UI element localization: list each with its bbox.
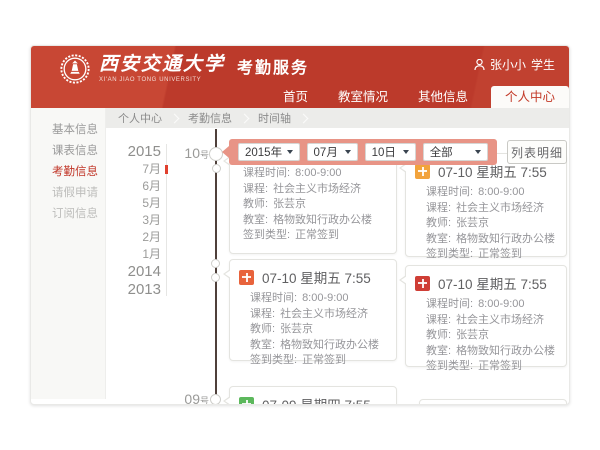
- card-fields: 课程时间:8:00-9:00 课程:社会主义市场经济 教师:张芸京 教室:格物致…: [406, 296, 566, 381]
- app-title: 考勤服务: [237, 54, 309, 84]
- chevron-down-icon: [345, 150, 351, 154]
- timeline-scale: 2015 7月 6月 5月 3月 2月 1月 2014 2013: [119, 143, 161, 299]
- scale-month-jun[interactable]: 6月: [119, 178, 161, 195]
- date-filter-bar: 2015年 07月 10日 全部: [229, 139, 497, 165]
- type-dropdown-value: 全部: [430, 144, 453, 160]
- scale-year-2014[interactable]: 2014: [119, 263, 161, 281]
- attendance-app-window: 西安交通大学 XI'AN JIAO TONG UNIVERSITY 考勤服务 张…: [30, 45, 570, 405]
- day-label-10: 10号: [177, 145, 209, 161]
- sidebar-item-attendance-info[interactable]: 考勤信息: [31, 162, 105, 183]
- timeline-node: [211, 273, 220, 282]
- sign-type-icon: [415, 276, 430, 291]
- user-role: 学生: [531, 56, 555, 73]
- sidebar-item-subscription-info[interactable]: 订阅信息: [31, 204, 105, 225]
- university-name: 西安交通大学 XI'AN JIAO TONG UNIVERSITY: [99, 55, 225, 83]
- scale-month-jul[interactable]: 7月: [119, 161, 161, 178]
- attendance-card[interactable]: 07-09 星期四 7:55: [229, 386, 397, 405]
- nav-item-classrooms[interactable]: 教室情况: [338, 86, 388, 108]
- card-fields: 课程时间:8:00-9:00 课程:社会主义市场经济 教师:张芸京 教室:格物致…: [406, 184, 566, 269]
- sidebar: 基本信息 课表信息 考勤信息 请假申请 订阅信息: [31, 108, 106, 399]
- card-arrow: [223, 396, 230, 405]
- brand: 西安交通大学 XI'AN JIAO TONG UNIVERSITY 考勤服务: [59, 53, 309, 85]
- user-name: 张小小: [490, 56, 526, 73]
- app-header: 西安交通大学 XI'AN JIAO TONG UNIVERSITY 考勤服务 张…: [31, 46, 569, 108]
- list-detail-button[interactable]: 列表明细: [507, 140, 567, 164]
- chevron-down-icon: [403, 150, 409, 154]
- attendance-card[interactable]: 07-10 星期五 7:55 课程时间:8:00-9:00 课程:社会主义市场经…: [405, 153, 567, 257]
- day-dropdown-value: 10日: [372, 144, 396, 160]
- current-month-marker: [165, 165, 168, 174]
- scale-year-2013[interactable]: 2013: [119, 281, 161, 299]
- sidebar-item-leave-request[interactable]: 请假申请: [31, 183, 105, 204]
- timeline-node: [212, 164, 221, 173]
- breadcrumb-attendance-info[interactable]: 考勤信息: [188, 110, 232, 126]
- scale-year-2015[interactable]: 2015: [119, 143, 161, 161]
- university-logo-icon: [59, 53, 91, 85]
- attendance-card[interactable]: 07-10 星期五 7:55 课程时间:8:00-9:00 课程:社会主义市场经…: [405, 265, 567, 367]
- month-dropdown-value: 07月: [314, 144, 338, 160]
- nav-tab-personal-center[interactable]: 个人中心: [491, 86, 569, 108]
- breadcrumb-timeline[interactable]: 时间轴: [258, 110, 291, 126]
- card-date: 07-09 星期四 7:55: [262, 394, 371, 405]
- card-date: 07-10 星期五 7:55: [262, 267, 371, 287]
- sign-type-icon: [239, 397, 254, 406]
- main-nav: 首页 教室情况 其他信息 个人中心: [268, 86, 569, 108]
- scale-month-mar[interactable]: 3月: [119, 212, 161, 229]
- year-dropdown-value: 2015年: [245, 144, 282, 160]
- chevron-right-icon: [170, 113, 180, 123]
- card-header: 07-10 星期五 7:55: [230, 260, 396, 290]
- chevron-right-icon: [240, 113, 250, 123]
- card-fields: 课程时间:8:00-9:00 课程:社会主义市场经济 教师:张芸京 教室:格物致…: [230, 290, 396, 375]
- person-icon: [474, 59, 485, 71]
- sign-type-icon: [415, 164, 430, 179]
- user-account[interactable]: 张小小 学生: [474, 56, 555, 73]
- breadcrumb: 个人中心 考勤信息 时间轴: [106, 108, 570, 128]
- card-arrow: [223, 269, 230, 279]
- card-arrow: [399, 275, 406, 285]
- chevron-down-icon: [475, 150, 481, 154]
- scale-month-may[interactable]: 5月: [119, 195, 161, 212]
- university-name-en: XI'AN JIAO TONG UNIVERSITY: [99, 77, 225, 83]
- card-date: 07-10 星期五 7:55: [438, 273, 547, 293]
- month-dropdown[interactable]: 07月: [307, 143, 358, 161]
- card-header: 07-10 星期五 7:55: [406, 266, 566, 296]
- sidebar-item-basic-info[interactable]: 基本信息: [31, 120, 105, 141]
- attendance-card[interactable]: 07-10 星期五 7:55 课程时间:8:00-9:00 课程:社会主义市场经…: [229, 259, 397, 361]
- chevron-right-icon: [299, 113, 309, 123]
- sign-type-icon: [239, 270, 254, 285]
- day-label-09: 09号: [177, 391, 209, 405]
- scale-month-feb[interactable]: 2月: [119, 229, 161, 246]
- sidebar-item-schedule-info[interactable]: 课表信息: [31, 141, 105, 162]
- university-name-cn: 西安交通大学: [99, 55, 225, 74]
- nav-item-other-info[interactable]: 其他信息: [418, 86, 468, 108]
- chevron-down-icon: [287, 150, 293, 154]
- day-dropdown[interactable]: 10日: [365, 143, 416, 161]
- year-dropdown[interactable]: 2015年: [238, 143, 300, 161]
- breadcrumb-personal-center[interactable]: 个人中心: [118, 110, 162, 126]
- attendance-card-partial[interactable]: [419, 399, 567, 405]
- card-header: 07-09 星期四 7:55: [230, 387, 396, 405]
- nav-item-home[interactable]: 首页: [283, 86, 308, 108]
- timeline-node: [211, 259, 220, 268]
- type-dropdown[interactable]: 全部: [423, 143, 488, 161]
- timeline-node: [209, 147, 223, 161]
- timeline-node: [210, 394, 221, 405]
- scale-month-jan[interactable]: 1月: [119, 246, 161, 263]
